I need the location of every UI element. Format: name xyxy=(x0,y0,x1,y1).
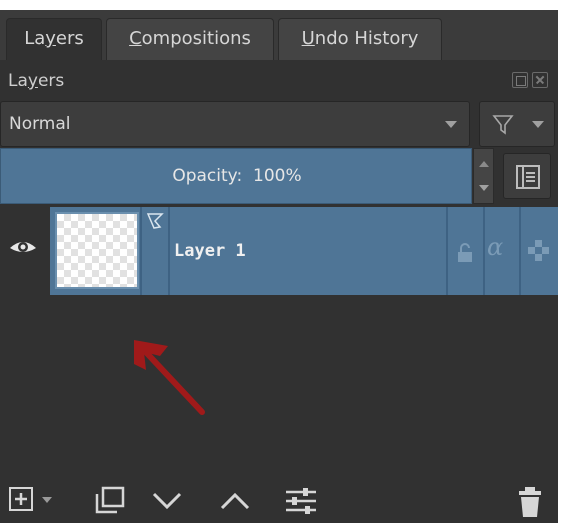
chevron-down-icon[interactable] xyxy=(479,185,489,191)
layer-properties-button[interactable] xyxy=(503,153,551,199)
divider xyxy=(446,207,448,295)
opacity-value: 100% xyxy=(253,166,302,186)
divider xyxy=(168,207,170,295)
layers-docker: Layers Compositions Undo History Layers … xyxy=(0,10,558,523)
opacity-text: Opacity: 100% xyxy=(1,166,473,186)
divider xyxy=(140,207,142,295)
tab-label-mnemonic: y xyxy=(45,28,56,49)
divider xyxy=(519,207,521,295)
layer-name[interactable]: Layer 1 xyxy=(174,241,246,261)
alpha-lock-icon[interactable]: α xyxy=(487,233,503,261)
layer-settings-icon[interactable] xyxy=(283,486,319,516)
opacity-label: Opacity: xyxy=(172,166,243,186)
close-docker-icon[interactable] xyxy=(532,72,548,88)
layer-row[interactable]: Layer 1 α xyxy=(0,207,558,295)
docker-title-bar: Layers xyxy=(0,60,558,100)
float-docker-icon[interactable] xyxy=(512,72,528,88)
opacity-spinbox-arrows[interactable] xyxy=(473,148,494,204)
properties-icon xyxy=(516,165,540,189)
tab-label: ers xyxy=(55,28,84,49)
annotation-arrow xyxy=(134,340,205,415)
docker-title-text: La xyxy=(8,71,28,91)
divider xyxy=(483,207,485,295)
tab-label: La xyxy=(24,28,46,49)
tab-compositions[interactable]: Compositions xyxy=(106,18,274,60)
tab-label: ndo History xyxy=(314,28,419,49)
tab-bar: Layers Compositions Undo History xyxy=(0,10,558,61)
docker-title-mnemonic: y xyxy=(27,71,38,91)
move-up-icon[interactable] xyxy=(218,486,252,516)
docker-title: Layers xyxy=(8,71,64,91)
tab-label: ompositions xyxy=(141,28,251,49)
move-down-icon[interactable] xyxy=(150,486,184,516)
duplicate-icon[interactable] xyxy=(93,486,127,516)
eye-icon[interactable] xyxy=(8,234,38,260)
chevron-up-icon[interactable] xyxy=(479,161,489,167)
blending-mode-value: Normal xyxy=(9,114,71,134)
chevron-down-icon xyxy=(532,121,544,128)
delete-icon[interactable] xyxy=(516,486,544,518)
inherit-alpha-icon[interactable] xyxy=(527,240,553,262)
filter-button[interactable] xyxy=(479,101,555,147)
lock-icon[interactable] xyxy=(455,242,475,264)
blending-mode-select[interactable]: Normal xyxy=(0,101,470,147)
chevron-down-icon xyxy=(445,121,457,128)
layer-thumbnail[interactable] xyxy=(55,212,139,289)
docker-title-text: ers xyxy=(37,71,65,91)
paint-layer-icon xyxy=(146,213,164,229)
tab-undo-history[interactable]: Undo History xyxy=(278,18,442,60)
tab-layers[interactable]: Layers xyxy=(6,18,102,61)
layers-toolbar xyxy=(0,476,558,523)
filter-icon xyxy=(492,115,514,135)
tab-label-mnemonic: U xyxy=(301,28,315,49)
opacity-slider[interactable]: Opacity: 100% xyxy=(0,148,472,204)
tab-label-mnemonic: C xyxy=(129,28,142,49)
add-layer-icon[interactable] xyxy=(8,486,60,514)
